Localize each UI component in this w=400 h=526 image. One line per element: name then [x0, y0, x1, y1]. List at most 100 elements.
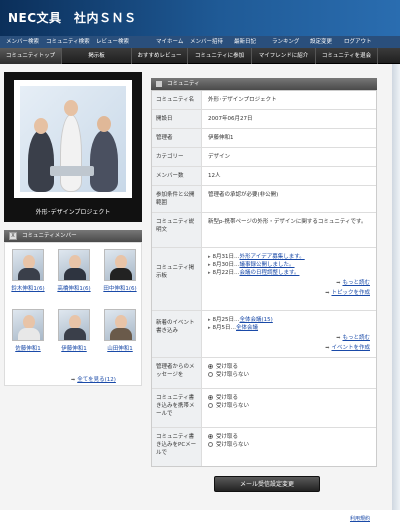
terms-link[interactable]: 利用規約 — [350, 515, 370, 522]
join-condition-value: 管理者の承認が必要(非公開) — [208, 192, 279, 198]
member-name-link[interactable]: 山田伸和1 — [100, 344, 140, 352]
tab-board[interactable]: 掲示板 — [62, 48, 132, 64]
member-card[interactable]: 鈴木伸和1(6) — [8, 249, 48, 292]
section-square-icon — [156, 81, 162, 87]
community-photo-caption: 外形･デザインプロジェクト — [35, 209, 111, 216]
community-photo-panel: 外形･デザインプロジェクト — [4, 72, 142, 222]
info-row-join: 参加条件と公開範囲 管理者の承認が必要(非公開) — [152, 186, 376, 213]
board-more: ➡ もっと読む — [336, 280, 370, 286]
topic-item: ▸ 8月31日…外形アイデア募集します。 — [208, 254, 305, 260]
arrow-right-icon: ➡ — [336, 280, 341, 286]
radio-icon[interactable] — [208, 434, 213, 439]
info-row-name: コミュニティ名 外形･デザインプロジェクト — [152, 91, 376, 110]
member-count-value: 12人 — [208, 173, 221, 179]
info-label: 管理者 — [152, 129, 202, 147]
event-item: ▸ 8月25日…全体会議(15) — [208, 317, 273, 323]
events-more: ➡ もっと読む — [336, 335, 370, 341]
member-name-link[interactable]: 田中伸和1(6) — [100, 284, 140, 292]
member-card[interactable]: 山田伸和1 — [100, 309, 140, 352]
community-photo[interactable] — [14, 80, 132, 198]
community-subnav: コミュニティトップ 掲示板 おすすめレビュー コミュニティに参加 マイフレンドに… — [0, 48, 400, 64]
page: NEC文具 社内ＳＮＳ メンバー検索 コミュニティ検索 レビュー検索 マイホーム… — [0, 0, 400, 526]
avatar[interactable] — [104, 309, 136, 341]
community-name-value: 外形･デザインプロジェクト — [208, 97, 277, 103]
arrow-right-icon: ➡ — [336, 335, 341, 341]
tab-leave-community[interactable]: コミュニティを退会 — [316, 48, 378, 64]
nav-review-search[interactable]: レビュー検索 — [96, 36, 129, 48]
header-bar: NEC文具 社内ＳＮＳ — [0, 0, 400, 36]
tab-community-top[interactable]: コミュニティトップ — [0, 48, 62, 64]
page-edge-decoration — [392, 64, 400, 510]
avatar[interactable] — [12, 309, 44, 341]
setting-pc-mail: コミュニティ書き込みをPCメールで 受け取る 受け取らない — [152, 428, 376, 466]
board-topics: ▸ 8月31日…外形アイデア募集します。 ▸ 8月30日…議事録公開しました。 ▸ 8… — [202, 248, 376, 310]
radio-not-receive[interactable]: 受け取らない — [208, 402, 370, 410]
info-row-description: コミュニティ説明文 新型p-携帯ページの外形・デザインに関するコミュニティです。 — [152, 213, 376, 248]
member-name-link[interactable]: 佐藤伸和1 — [8, 344, 48, 352]
avatar[interactable] — [58, 309, 90, 341]
nav-latest-diary[interactable]: 最新日記 — [234, 36, 256, 48]
community-info-header: コミュニティ — [151, 78, 377, 90]
info-row-admin: 管理者 伊藤伸和1 — [152, 129, 376, 148]
topic-item: ▸ 8月30日…議事録公開しました。 — [208, 262, 295, 268]
member-name-link[interactable]: 高橋伸和1(6) — [54, 284, 94, 292]
nav-member-search[interactable]: メンバー検索 — [6, 36, 39, 48]
admin-value: 伊藤伸和1 — [208, 135, 234, 141]
info-label: メンバー数 — [152, 167, 202, 185]
members-panel-title: コミュニティメンバー — [22, 233, 77, 239]
radio-icon[interactable] — [208, 442, 213, 447]
avatar[interactable] — [12, 249, 44, 281]
tab-recommended-reviews[interactable]: おすすめレビュー — [132, 48, 188, 64]
radio-icon[interactable] — [208, 403, 213, 408]
radio-icon[interactable] — [208, 395, 213, 400]
brand-logo[interactable]: NEC文具 社内ＳＮＳ — [8, 9, 137, 26]
member-card[interactable]: 田中伸和1(6) — [100, 249, 140, 292]
setting-label: コミュニティ書き込みをPCメールで — [152, 428, 202, 466]
arrow-right-icon: ▸ — [208, 254, 211, 260]
member-name-link[interactable]: 鈴木伸和1(6) — [8, 284, 48, 292]
radio-icon[interactable] — [208, 372, 213, 377]
member-card[interactable]: 高橋伸和1(6) — [54, 249, 94, 292]
events-label: 新着のイベント書き込み — [152, 311, 202, 357]
mail-settings-submit-button[interactable]: メール受信設定変更 — [214, 476, 320, 492]
setting-mobile-mail: コミュニティ書き込みを携帯メールで 受け取る 受け取らない — [152, 389, 376, 428]
board-create: ➡ トピックを作成 — [325, 290, 370, 296]
nav-settings[interactable]: 設定変更 — [310, 36, 332, 48]
info-label: コミュニティ名 — [152, 91, 202, 109]
top-navigation: メンバー検索 コミュニティ検索 レビュー検索 マイホーム メンバー招待 最新日記… — [0, 36, 400, 48]
footer: 利用規約 — [0, 510, 400, 526]
member-card[interactable]: 佐藤伸和1 — [8, 309, 48, 352]
radio-receive[interactable]: 受け取る — [208, 363, 370, 371]
radio-not-receive[interactable]: 受け取らない — [208, 441, 370, 449]
tab-join-community[interactable]: コミュニティに参加 — [188, 48, 252, 64]
nav-ranking[interactable]: ランキング — [272, 36, 299, 48]
radio-receive[interactable]: 受け取る — [208, 433, 370, 441]
arrow-right-icon: ➡ — [71, 377, 76, 383]
radio-not-receive[interactable]: 受け取らない — [208, 371, 370, 379]
setting-label: コミュニティ書き込みを携帯メールで — [152, 389, 202, 427]
arrow-right-icon: ➡ — [325, 290, 330, 296]
radio-receive[interactable]: 受け取る — [208, 394, 370, 402]
nav-logout[interactable]: ログアウト — [344, 36, 372, 48]
nav-invite[interactable]: メンバー招待 — [190, 36, 223, 48]
community-info-table: コミュニティ名 外形･デザインプロジェクト 開設日 2007年06月27日 管理… — [151, 90, 377, 467]
nav-community-search[interactable]: コミュニティ検索 — [46, 36, 90, 48]
info-row-category: カテゴリー デザイン — [152, 148, 376, 167]
board-row: コミュニティ掲示板 ▸ 8月31日…外形アイデア募集します。 ▸ 8月30日…議事録… — [152, 248, 376, 311]
category-value: デザイン — [208, 154, 231, 160]
arrow-right-icon: ▸ — [208, 270, 211, 276]
see-all-members-link[interactable]: ➡ 全てを見る(12) — [71, 375, 116, 383]
setting-options: 受け取る 受け取らない — [202, 428, 376, 466]
member-card[interactable]: 伊藤伸和1 — [54, 309, 94, 352]
avatar[interactable] — [104, 249, 136, 281]
radio-icon[interactable] — [208, 364, 213, 369]
setting-options: 受け取る 受け取らない — [202, 358, 376, 388]
avatar[interactable] — [58, 249, 90, 281]
event-items: ▸ 8月25日…全体会議(15) ▸ 8月5日…全体会議 ➡ もっと読む ➡ イベントを… — [202, 311, 376, 357]
tab-introduce-friends[interactable]: マイフレンドに紹介 — [252, 48, 316, 64]
community-icon: Ⅹ — [9, 232, 17, 240]
setting-options: 受け取る 受け取らない — [202, 389, 376, 427]
nav-my-home[interactable]: マイホーム — [156, 36, 183, 48]
info-label: カテゴリー — [152, 148, 202, 166]
member-name-link[interactable]: 伊藤伸和1 — [54, 344, 94, 352]
